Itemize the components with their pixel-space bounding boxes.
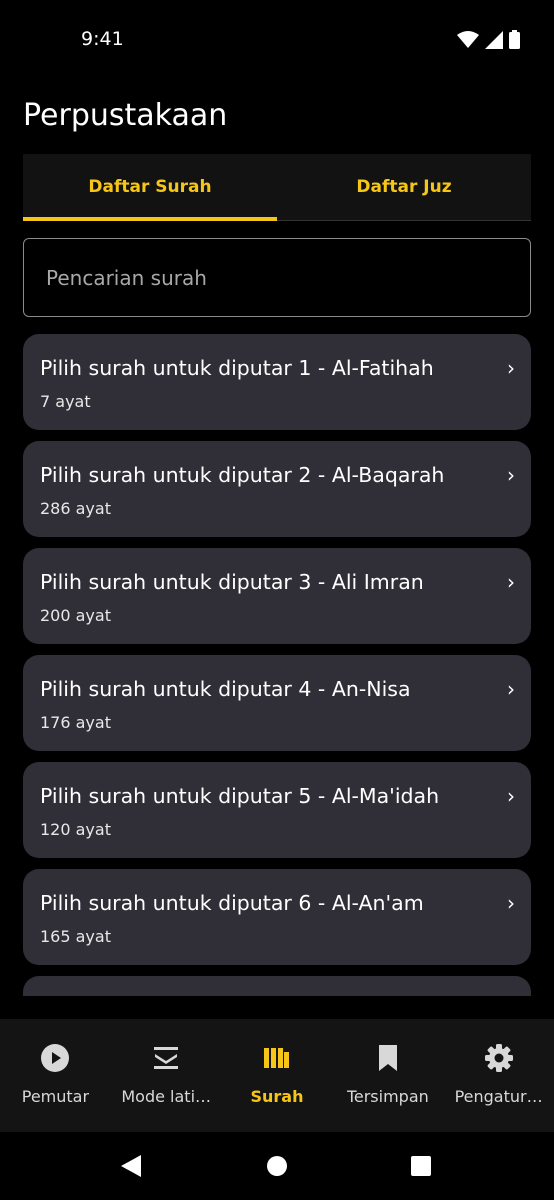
- chevron-right-icon: ›: [507, 570, 515, 594]
- chevron-right-icon: ›: [507, 677, 515, 701]
- status-time: 9:41: [81, 28, 124, 50]
- home-icon[interactable]: [266, 1154, 288, 1178]
- settings-icon: [484, 1043, 514, 1073]
- nav-label: Surah: [250, 1087, 304, 1106]
- surah-title: Pilih surah untuk diputar 4 - An-Nisa: [40, 677, 411, 701]
- surah-card-1[interactable]: Pilih surah untuk diputar 1 - Al-Fatihah…: [23, 334, 531, 430]
- nav-label: Mode lati…: [121, 1087, 212, 1106]
- nav-item-tersimpan[interactable]: Tersimpan: [332, 1019, 443, 1132]
- nav-item-pemutar[interactable]: Pemutar: [0, 1019, 111, 1132]
- surah-verse-count: 7 ayat: [40, 392, 91, 411]
- surah-title: Pilih surah untuk diputar 3 - Ali Imran: [40, 570, 424, 594]
- layers-icon: [152, 1043, 180, 1073]
- bookmark-icon: [377, 1043, 399, 1073]
- cellular-signal-icon: [485, 30, 503, 49]
- nav-label: Pengatur…: [454, 1087, 543, 1106]
- status-bar: 9:41: [0, 0, 554, 80]
- nav-item-pengaturan[interactable]: Pengatur…: [443, 1019, 554, 1132]
- search-input[interactable]: [24, 239, 530, 316]
- page-title: Perpustakaan: [23, 98, 228, 133]
- tab-daftar-juz[interactable]: Daftar Juz: [277, 154, 531, 220]
- library-icon: [263, 1043, 291, 1073]
- surah-card-6[interactable]: Pilih surah untuk diputar 6 - Al-An'am 1…: [23, 869, 531, 965]
- search-box: [23, 238, 531, 317]
- nav-item-mode-latihan[interactable]: Mode lati…: [111, 1019, 222, 1132]
- surah-card-3[interactable]: Pilih surah untuk diputar 3 - Ali Imran …: [23, 548, 531, 644]
- surah-card-7[interactable]: [23, 976, 531, 996]
- surah-verse-count: 176 ayat: [40, 713, 111, 732]
- tab-daftar-surah[interactable]: Daftar Surah: [23, 154, 277, 221]
- back-icon[interactable]: [120, 1154, 142, 1178]
- surah-title: Pilih surah untuk diputar 2 - Al-Baqarah: [40, 463, 445, 487]
- surah-card-2[interactable]: Pilih surah untuk diputar 2 - Al-Baqarah…: [23, 441, 531, 537]
- wifi-icon: [457, 30, 479, 48]
- tab-bar: Daftar Surah Daftar Juz: [23, 154, 531, 221]
- recents-icon[interactable]: [410, 1154, 432, 1178]
- surah-verse-count: 165 ayat: [40, 927, 111, 946]
- surah-card-5[interactable]: Pilih surah untuk diputar 5 - Al-Ma'idah…: [23, 762, 531, 858]
- status-icons: [457, 30, 520, 49]
- surah-title: Pilih surah untuk diputar 5 - Al-Ma'idah: [40, 784, 440, 808]
- surah-title: Pilih surah untuk diputar 1 - Al-Fatihah: [40, 356, 434, 380]
- chevron-right-icon: ›: [507, 463, 515, 487]
- surah-title: Pilih surah untuk diputar 6 - Al-An'am: [40, 891, 424, 915]
- surah-list: Pilih surah untuk diputar 1 - Al-Fatihah…: [23, 334, 531, 996]
- surah-verse-count: 120 ayat: [40, 820, 111, 839]
- nav-label: Tersimpan: [346, 1087, 429, 1106]
- surah-verse-count: 200 ayat: [40, 606, 111, 625]
- chevron-right-icon: ›: [507, 891, 515, 915]
- chevron-right-icon: ›: [507, 784, 515, 808]
- bottom-navigation: Pemutar Mode lati… Surah Tersimpan Penga…: [0, 1019, 554, 1132]
- surah-verse-count: 286 ayat: [40, 499, 111, 518]
- play-circle-icon: [40, 1043, 70, 1073]
- battery-icon: [509, 30, 520, 49]
- chevron-right-icon: ›: [507, 356, 515, 380]
- nav-item-surah[interactable]: Surah: [222, 1019, 333, 1132]
- system-navigation-bar: [0, 1132, 554, 1200]
- surah-card-4[interactable]: Pilih surah untuk diputar 4 - An-Nisa 17…: [23, 655, 531, 751]
- nav-label: Pemutar: [21, 1087, 90, 1106]
